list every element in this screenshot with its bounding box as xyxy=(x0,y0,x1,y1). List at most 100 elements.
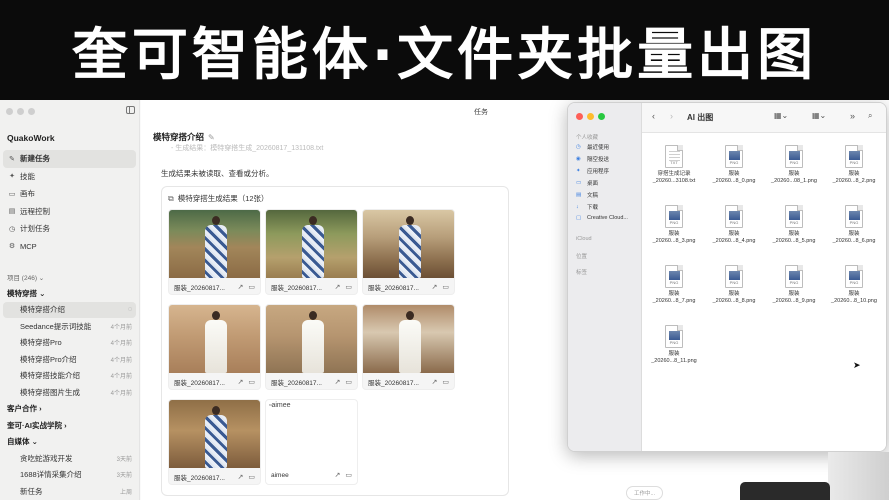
sidebar-item-canvas[interactable]: ▭ 画布 xyxy=(3,185,136,203)
finder-item-airdrop[interactable]: ◉ 隔空投送 xyxy=(576,155,609,163)
file-item[interactable]: PNG 服装 _20260...8_10.png xyxy=(826,265,882,305)
folder-icon[interactable]: ▭ xyxy=(345,378,352,386)
gallery-header: ⧉ 模特穿搭生成结果（12张） xyxy=(168,193,269,204)
project-item[interactable]: 模特穿搭图片生成 4个月前 xyxy=(3,384,136,401)
file-item[interactable]: PNG 服装 _20260...8_4.png xyxy=(706,205,762,245)
minimize-button[interactable] xyxy=(17,108,24,115)
open-external-icon[interactable]: ↗ xyxy=(238,378,244,386)
image-file-icon: PNG xyxy=(845,205,863,228)
document-icon: ▤ xyxy=(576,192,582,198)
project-item[interactable]: 1688详情采集介绍 3天前 xyxy=(3,467,136,484)
open-external-icon[interactable]: ↗ xyxy=(238,473,244,481)
open-external-icon[interactable]: ↗ xyxy=(335,471,341,479)
sidebar-item-new-task[interactable]: ✎ 新建任务 xyxy=(3,150,136,168)
group-icon[interactable]: ▦⌄ xyxy=(812,111,826,120)
project-item[interactable]: Seedance提示词技能 4个月前 xyxy=(3,318,136,335)
finder-item-creative-cloud[interactable]: ▢ Creative Cloud... xyxy=(576,215,628,221)
file-item[interactable]: PNG 服装 _20260...8_0.png xyxy=(706,145,762,185)
project-item[interactable]: 模特穿搭技能介绍 4个月前 xyxy=(3,368,136,385)
finder-sidebar: 个人收藏 ◷ 最近使用 ◉ 隔空投送 ✦ 应用程序 ▭ 桌面 ▤ 文稿 ↓ 下载 ▢ Crea… xyxy=(568,103,642,451)
view-grid-icon[interactable]: ▦⌄ xyxy=(774,111,788,120)
edit-icon[interactable]: ✎ xyxy=(208,133,215,142)
finder-item-desktop[interactable]: ▭ 桌面 xyxy=(576,179,598,187)
finder-file-grid: TXT 穿搭生成记录 _20260...3108.txt PNG 服装 _20260… xyxy=(642,133,886,451)
project-item[interactable]: 贪吃蛇游戏开发 3天前 xyxy=(3,450,136,467)
image-thumbnail[interactable]: 服装_20260817... ↗ ▭ xyxy=(168,399,261,485)
file-item[interactable]: PNG 服装 _20260...8_7.png xyxy=(646,265,702,305)
sidebar-item-schedule[interactable]: ◷ 计划任务 xyxy=(3,220,136,238)
generated-image[interactable] xyxy=(266,210,357,278)
file-item[interactable]: TXT 穿搭生成记录 _20260...3108.txt xyxy=(646,145,702,185)
image-thumbnail[interactable]: 服装_20260817... ↗ ▭ xyxy=(265,304,358,390)
sidebar-toggle-icon[interactable] xyxy=(126,106,135,114)
generated-image[interactable] xyxy=(169,305,260,373)
image-thumbnail[interactable]: 服装_20260817... ↗ ▭ xyxy=(362,209,455,295)
sidebar-item-skills[interactable]: ✦ 技能 xyxy=(3,168,136,186)
generated-image[interactable] xyxy=(363,210,454,278)
sidebar-item-remote[interactable]: ▤ 远程控制 xyxy=(3,203,136,221)
folder-icon[interactable]: ▭ xyxy=(345,471,352,479)
close-button[interactable] xyxy=(6,108,13,115)
file-item[interactable]: PNG 服装 _20260...8_11.png xyxy=(646,325,702,365)
broken-image-thumbnail[interactable]: ▫aimee aimee ↗ ▭ xyxy=(265,399,358,485)
more-chevron-icon[interactable]: » xyxy=(850,111,855,121)
open-external-icon[interactable]: ↗ xyxy=(335,378,341,386)
image-thumbnail[interactable]: 服装_20260817... ↗ ▭ xyxy=(362,304,455,390)
finder-item-documents[interactable]: ▤ 文稿 xyxy=(576,191,598,199)
file-item[interactable]: PNG 服装 _20260...8_6.png xyxy=(826,205,882,245)
image-thumbnail[interactable]: 服装_20260817... ↗ ▭ xyxy=(168,304,261,390)
search-icon[interactable]: ⌕ xyxy=(868,111,872,121)
image-thumbnail[interactable]: 服装_20260817... ↗ ▭ xyxy=(265,209,358,295)
generated-image[interactable] xyxy=(266,305,357,373)
project-item[interactable]: 模特穿搭介绍 ◌ xyxy=(3,301,136,318)
generated-image[interactable] xyxy=(363,305,454,373)
close-button[interactable] xyxy=(576,113,583,120)
file-item[interactable]: PNG 服装 _20260...8_5.png xyxy=(766,205,822,245)
project-group[interactable]: 客户合作 › xyxy=(3,401,136,418)
image-file-icon: PNG xyxy=(785,205,803,228)
result-gallery-card: ⧉ 模特穿搭生成结果（12张） 服装_20260817... ↗ ▭ 服装_2026… xyxy=(161,186,509,496)
gallery-icon: ⧉ xyxy=(168,193,174,203)
file-item[interactable]: PNG 服装 _20260...08_1.png xyxy=(766,145,822,185)
file-item[interactable]: PNG 服装 _20260...8_3.png xyxy=(646,205,702,245)
project-group[interactable]: 模特穿搭 ⌄ xyxy=(3,285,136,302)
file-item[interactable]: PNG 服装 _20260...8_8.png xyxy=(706,265,762,305)
projects-header[interactable]: 项目 (246) ⌄ xyxy=(7,272,44,282)
folder-icon[interactable]: ▭ xyxy=(442,283,449,291)
mouse-cursor-icon: ➤ xyxy=(853,360,861,370)
project-group[interactable]: 奎可·AI实战学院 › xyxy=(3,417,136,434)
finder-item-downloads[interactable]: ↓ 下载 xyxy=(576,203,598,211)
sidebar-item-mcp[interactable]: ⚙ MCP xyxy=(3,238,136,256)
folder-icon[interactable]: ▭ xyxy=(248,283,255,291)
project-item[interactable]: 新任务 上周 xyxy=(3,483,136,500)
folder-icon: ▢ xyxy=(576,215,582,221)
app-name: QuakoWork xyxy=(7,133,55,143)
zoom-button[interactable] xyxy=(28,108,35,115)
back-icon[interactable]: ‹ xyxy=(652,111,655,121)
open-external-icon[interactable]: ↗ xyxy=(432,378,438,386)
folder-icon[interactable]: ▭ xyxy=(345,283,352,291)
image-thumbnail[interactable]: 服装_20260817... ↗ ▭ xyxy=(168,209,261,295)
minimize-button[interactable] xyxy=(587,113,594,120)
generated-image[interactable] xyxy=(169,400,260,468)
generated-image[interactable] xyxy=(169,210,260,278)
project-item[interactable]: 模特穿搭Pro介绍 4个月前 xyxy=(3,351,136,368)
folder-icon[interactable]: ▭ xyxy=(248,473,255,481)
finder-item-recents[interactable]: ◷ 最近使用 xyxy=(576,143,609,151)
window-controls xyxy=(6,108,35,115)
project-item[interactable]: 模特穿搭Pro 4个月前 xyxy=(3,335,136,352)
finder-item-applications[interactable]: ✦ 应用程序 xyxy=(576,167,609,175)
clock-icon: ◷ xyxy=(576,144,581,150)
image-file-icon: PNG xyxy=(785,145,803,168)
open-external-icon[interactable]: ↗ xyxy=(335,283,341,291)
open-external-icon[interactable]: ↗ xyxy=(432,283,438,291)
zoom-button[interactable] xyxy=(598,113,605,120)
chevron-down-icon: ⌄ xyxy=(38,275,45,282)
file-item[interactable]: PNG 服装 _20260...8_9.png xyxy=(766,265,822,305)
project-group[interactable]: 自媒体 ⌄ xyxy=(3,434,136,451)
open-external-icon[interactable]: ↗ xyxy=(238,283,244,291)
folder-icon[interactable]: ▭ xyxy=(248,378,255,386)
forward-icon[interactable]: › xyxy=(670,111,673,121)
file-item[interactable]: PNG 服装 _20260...8_2.png xyxy=(826,145,882,185)
folder-icon[interactable]: ▭ xyxy=(442,378,449,386)
